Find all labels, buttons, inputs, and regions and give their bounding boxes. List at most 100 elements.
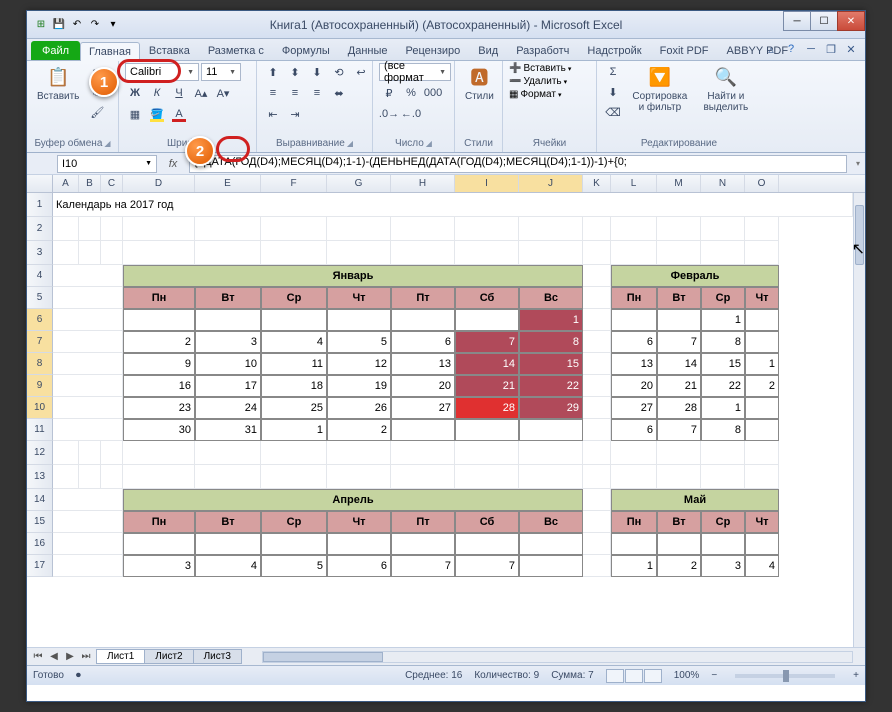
align-center-icon[interactable]: ≡ — [285, 84, 305, 102]
cell[interactable]: 2 — [657, 555, 701, 577]
cell[interactable]: Чт — [327, 287, 391, 309]
cell[interactable] — [123, 441, 195, 465]
cell[interactable] — [611, 241, 657, 265]
cell[interactable] — [261, 309, 327, 331]
undo-icon[interactable]: ↶ — [69, 17, 85, 33]
cell[interactable]: 7 — [455, 331, 519, 353]
cell[interactable] — [327, 465, 391, 489]
cells-delete-button[interactable]: ➖Удалить▾ — [509, 76, 567, 87]
cell[interactable] — [583, 419, 611, 441]
row-header[interactable]: 5 — [27, 287, 53, 309]
cell[interactable] — [123, 217, 195, 241]
row-header[interactable]: 11 — [27, 419, 53, 441]
help-icon[interactable]: ? — [783, 41, 799, 57]
view-page-break-icon[interactable] — [644, 669, 662, 683]
cell[interactable]: Вт — [657, 511, 701, 533]
cell[interactable]: Февраль — [611, 265, 779, 287]
cell[interactable] — [583, 265, 611, 287]
row-header[interactable]: 15 — [27, 511, 53, 533]
cell[interactable]: 16 — [123, 375, 195, 397]
cell[interactable] — [455, 465, 519, 489]
close-button[interactable]: ✕ — [837, 11, 865, 31]
zoom-out-icon[interactable]: − — [711, 670, 717, 681]
cell[interactable] — [53, 353, 123, 375]
excel-icon[interactable]: ⊞ — [33, 17, 49, 33]
cell[interactable]: 8 — [701, 331, 745, 353]
cell[interactable] — [611, 441, 657, 465]
cell[interactable] — [53, 217, 79, 241]
sheet-nav-first-icon[interactable]: ⏮ — [31, 651, 45, 662]
italic-icon[interactable]: К — [147, 84, 167, 102]
cell[interactable] — [53, 309, 123, 331]
cell[interactable]: Вт — [195, 511, 261, 533]
cell[interactable] — [657, 309, 701, 331]
cell[interactable] — [327, 533, 391, 555]
row-header[interactable]: 16 — [27, 533, 53, 555]
align-top-icon[interactable]: ⬆ — [263, 63, 283, 81]
cell[interactable] — [123, 465, 195, 489]
merge-icon[interactable]: ⬌ — [329, 84, 349, 102]
cell[interactable] — [79, 217, 101, 241]
cell[interactable] — [327, 217, 391, 241]
cell[interactable]: 7 — [657, 419, 701, 441]
paste-button[interactable]: 📋 Вставить — [33, 63, 83, 104]
cell[interactable] — [261, 441, 327, 465]
cell[interactable]: 3 — [123, 555, 195, 577]
cell[interactable]: 18 — [261, 375, 327, 397]
cell[interactable]: 2 — [745, 375, 779, 397]
cell[interactable]: 6 — [391, 331, 455, 353]
cell[interactable] — [391, 217, 455, 241]
cell[interactable]: 4 — [195, 555, 261, 577]
fill-icon[interactable]: ⬇ — [603, 83, 623, 101]
cell[interactable] — [583, 375, 611, 397]
cell[interactable]: Апрель — [123, 489, 583, 511]
cell[interactable] — [53, 397, 123, 419]
tab-addins[interactable]: Надстройк — [578, 41, 650, 60]
cell[interactable] — [79, 241, 101, 265]
cell[interactable] — [261, 465, 327, 489]
cell[interactable] — [53, 441, 79, 465]
row-header[interactable]: 8 — [27, 353, 53, 375]
row-header[interactable]: 10 — [27, 397, 53, 419]
cell[interactable] — [53, 265, 123, 287]
cell[interactable]: 24 — [195, 397, 261, 419]
cell[interactable]: Чт — [745, 511, 779, 533]
cell[interactable] — [79, 465, 101, 489]
dialog-launcher-icon[interactable]: ◢ — [104, 139, 110, 148]
col-header-B[interactable]: B — [79, 175, 101, 192]
cell[interactable]: 10 — [195, 353, 261, 375]
align-middle-icon[interactable]: ⬍ — [285, 63, 305, 81]
cell[interactable] — [611, 217, 657, 241]
tab-insert[interactable]: Вставка — [140, 41, 199, 60]
cell[interactable]: Пн — [611, 287, 657, 309]
font-size-combo[interactable]: 11▼ — [201, 63, 241, 81]
cell[interactable] — [195, 465, 261, 489]
zoom-slider[interactable] — [735, 674, 835, 678]
macro-record-icon[interactable]: ⏺ — [76, 670, 81, 681]
cell[interactable] — [701, 217, 745, 241]
cell[interactable] — [519, 241, 583, 265]
cell[interactable]: 1 — [261, 419, 327, 441]
cell[interactable] — [53, 555, 123, 577]
cell[interactable] — [455, 441, 519, 465]
cell[interactable]: Январь — [123, 265, 583, 287]
cell[interactable]: Май — [611, 489, 779, 511]
dialog-launcher-icon[interactable]: ◢ — [426, 139, 432, 148]
cell[interactable] — [583, 441, 611, 465]
cell[interactable] — [583, 489, 611, 511]
cell[interactable]: 3 — [195, 331, 261, 353]
underline-icon[interactable]: Ч — [169, 84, 189, 102]
cell[interactable]: Вс — [519, 511, 583, 533]
sheet-tab[interactable]: Лист3 — [193, 649, 242, 664]
row-header[interactable]: 14 — [27, 489, 53, 511]
col-header-K[interactable]: K — [583, 175, 611, 192]
cell[interactable] — [79, 441, 101, 465]
cell[interactable] — [261, 533, 327, 555]
tab-view[interactable]: Вид — [469, 41, 507, 60]
cell[interactable]: 7 — [455, 555, 519, 577]
cell[interactable]: 8 — [701, 419, 745, 441]
dialog-launcher-icon[interactable]: ◢ — [347, 139, 353, 148]
fill-color-icon[interactable]: 🪣 — [147, 105, 167, 123]
increase-indent-icon[interactable]: ⇥ — [285, 105, 305, 123]
row-header[interactable]: 7 — [27, 331, 53, 353]
